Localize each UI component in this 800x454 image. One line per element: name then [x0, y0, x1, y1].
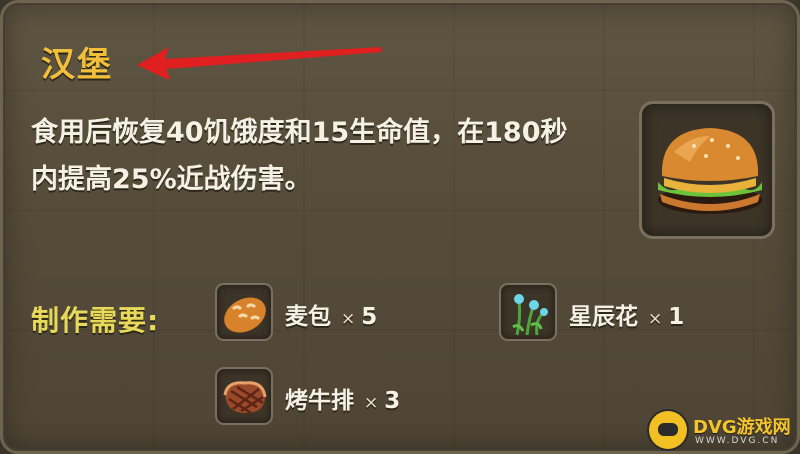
ingredient-name: 烤牛排	[285, 388, 354, 414]
ingredient-label: 烤牛排 × 3	[285, 381, 400, 415]
watermark-subtext: WWW.DVG.CN	[695, 436, 780, 446]
steak-icon	[223, 381, 267, 415]
ingredient-name: 麦包	[285, 304, 331, 330]
multiply-sign: ×	[364, 393, 379, 413]
ingredient-name: 星辰花	[569, 304, 638, 330]
ingredient-quantity: 3	[384, 388, 401, 414]
star-flower-icon	[512, 294, 548, 336]
item-description: 食用后恢复40饥饿度和15生命值，在180秒 内提高25%近战伤害。	[31, 109, 631, 203]
multiply-sign: ×	[341, 309, 356, 329]
site-watermark: DVG游戏网 WWW.DVG.CN	[649, 407, 800, 453]
recipe-label: 制作需要:	[31, 304, 160, 337]
red-arrow-icon	[137, 47, 382, 79]
ingredient-icon-frame	[215, 367, 273, 425]
multiply-sign: ×	[648, 309, 663, 329]
bread-icon	[224, 297, 266, 333]
ingredient-icon-frame	[499, 283, 557, 341]
hamburger-icon	[658, 128, 762, 214]
description-line-1: 食用后恢复40饥饿度和15生命值，在180秒	[31, 117, 568, 148]
gamepad-logo-icon	[649, 411, 687, 449]
item-icon-frame[interactable]	[639, 101, 775, 239]
ingredient-quantity: 1	[668, 304, 685, 330]
ingredient-quantity: 5	[361, 304, 378, 330]
description-line-2: 内提高25%近战伤害。	[31, 164, 312, 195]
ingredient-label: 星辰花 × 1	[569, 297, 684, 331]
ingredient-label: 麦包 × 5	[285, 297, 377, 331]
item-title: 汉堡	[41, 45, 113, 85]
ingredient-icon-frame	[215, 283, 273, 341]
item-tooltip-panel: 汉堡 食用后恢复40饥饿度和15生命值，在180秒 内提高25%近战伤害。 制作…	[0, 0, 800, 454]
